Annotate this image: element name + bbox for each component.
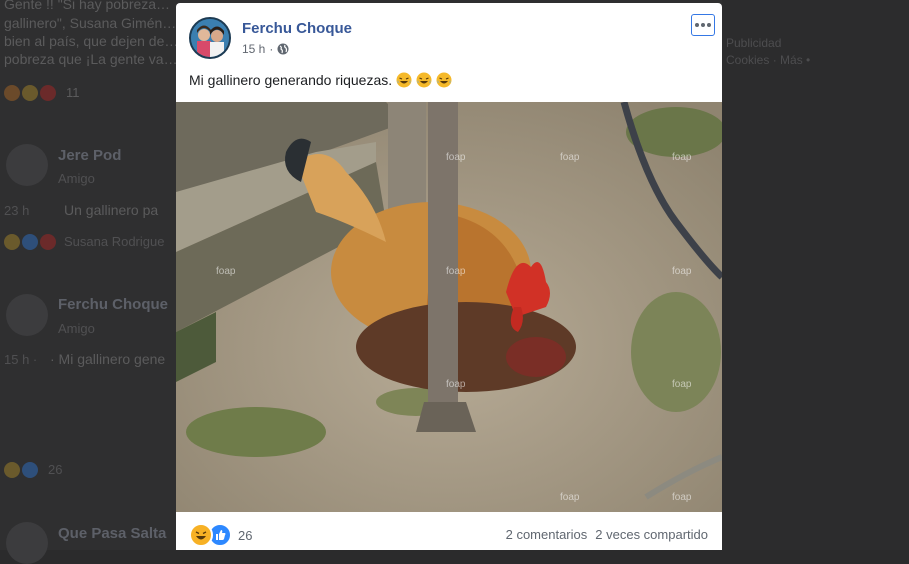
post-photo[interactable]: foap foap foap foap foap foap foap foap … [176,102,722,512]
laughing-tears-emoji [416,72,432,88]
post-header: Ferchu Choque 15 h · [176,3,722,63]
bg-comment-name: Jere Pod [58,147,122,164]
image-watermark: foap [216,266,236,277]
bg-snippet-line: Gente !! "Si hay pobreza… [4,0,171,12]
image-watermark: foap [560,152,580,163]
author-name[interactable]: Ferchu Choque [242,20,352,37]
image-watermark: foap [672,379,692,390]
post-meta: 15 h · [242,42,289,56]
bg-comment-sub: Amigo [58,171,95,186]
caption-text: Mi gallinero generando riquezas. [189,72,393,88]
more-options-icon[interactable] [691,14,715,36]
image-watermark: foap [672,152,692,163]
image-watermark: foap [446,266,466,277]
bg-comment-text: Un gallinero pa [64,202,159,218]
post-footer: 26 2 comentarios 2 veces compartido [176,512,722,550]
post-card: Ferchu Choque 15 h · Mi gallinero genera… [176,3,722,550]
bg-comment-name: Que Pasa Salta [58,525,167,542]
post-caption: Mi gallinero generando riquezas. [189,72,452,88]
bg-comment-sub: Amigo [58,321,95,336]
reaction-count: 26 [238,527,253,543]
post-time[interactable]: 15 h [242,42,265,56]
post-stats: 2 comentarios 2 veces compartido [506,527,708,542]
bg-comment-time: 15 h · [4,352,38,367]
image-watermark: foap [446,152,466,163]
bg-right-panel: Publicidad Cookies · Más • [722,0,909,550]
image-watermark: foap [446,379,466,390]
globe-icon [277,43,289,55]
shares-link[interactable]: 2 veces compartido [595,527,708,542]
bg-comment-text: · Mi gallinero gene [50,351,166,367]
laughing-tears-emoji [396,72,412,88]
bg-comment-name: Ferchu Choque [58,296,169,313]
bg-snippet-line: pobreza que ¡La gente va… [4,51,178,67]
laughing-tears-emoji [436,72,452,88]
bg-avatar [6,294,48,336]
reaction-summary[interactable]: 26 [189,523,252,547]
bg-reactions: 11 [4,85,80,101]
bg-snippet-line: bien al país, que dejen de… [4,33,179,49]
bg-reactions: 26 [4,462,62,478]
haha-reaction-icon [189,523,213,547]
image-watermark: foap [560,492,580,503]
bg-reactions: Susana Rodrigue [4,234,164,250]
bg-comment-time: 23 h [4,203,30,218]
bg-avatar [6,522,48,564]
bg-snippet-line: gallinero", Susana Gimén… [4,15,177,31]
image-watermark: foap [672,492,692,503]
comments-link[interactable]: 2 comentarios [506,527,588,542]
image-watermark: foap [672,266,692,277]
bg-avatar [6,144,48,186]
author-avatar[interactable] [189,17,231,59]
meta-separator: · [269,42,274,56]
